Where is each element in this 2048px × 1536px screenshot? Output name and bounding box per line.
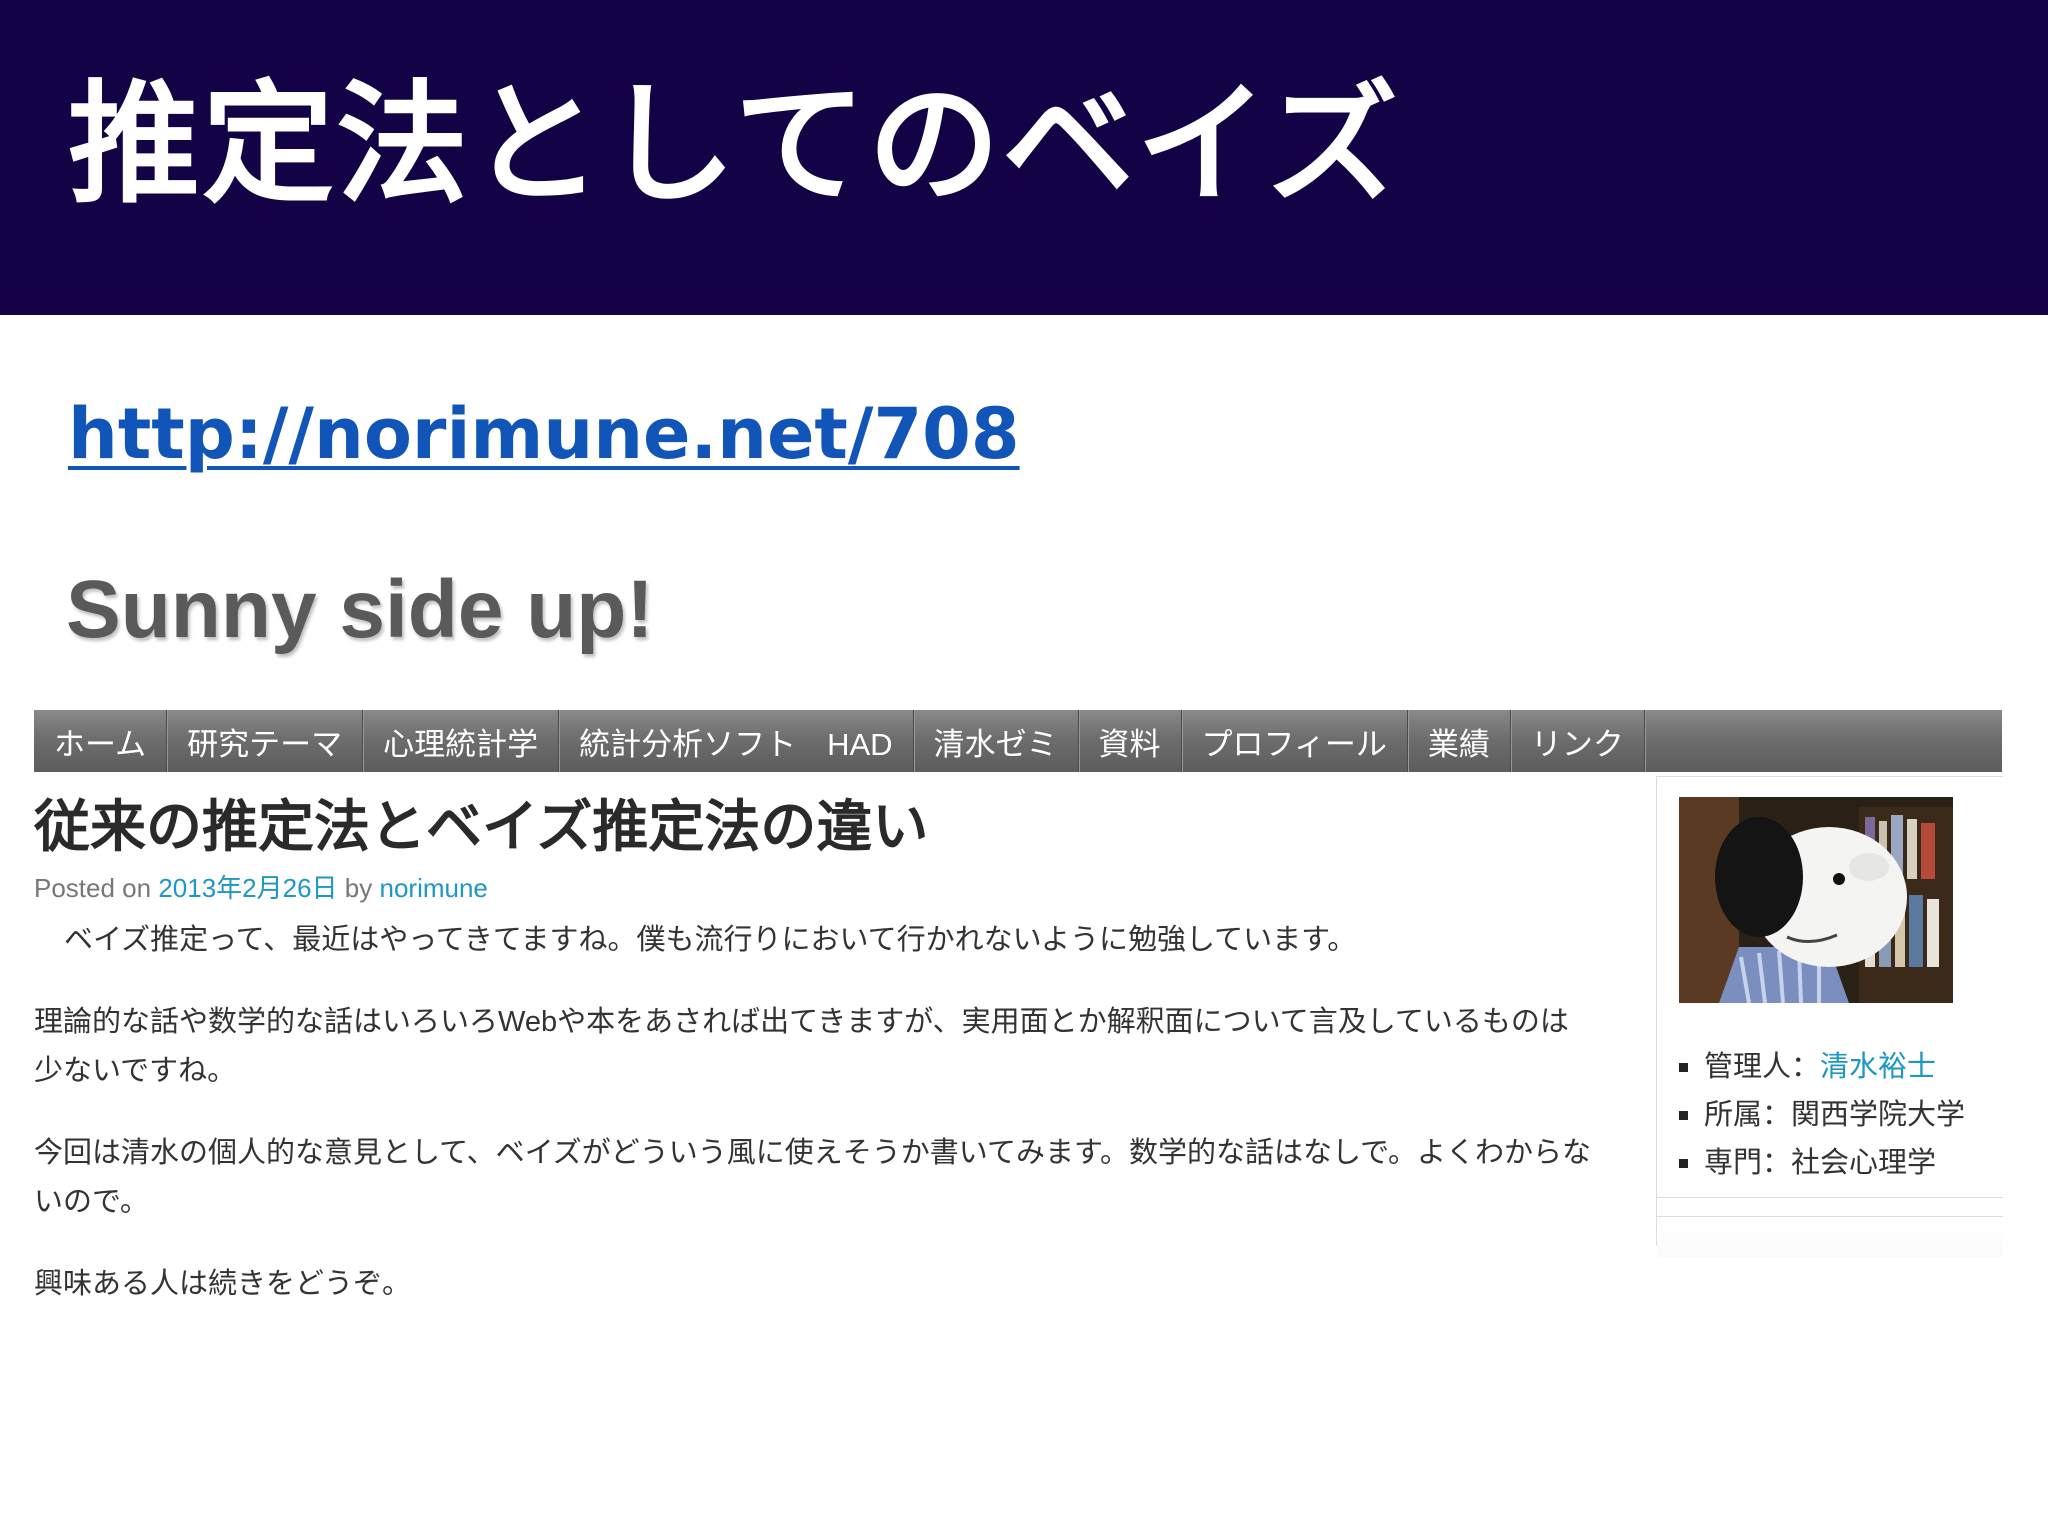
profile-info-list: 管理人： 清水裕士 所属： 関西学院大学 専門： 社会心理学: [1679, 1043, 1965, 1187]
info-label: 専門：: [1704, 1147, 1792, 1179]
info-value: 関西学院大学: [1791, 1099, 1966, 1131]
info-label: 所属：: [1704, 1099, 1792, 1131]
post-paragraph: 理論的な話や数学的な話はいろいろWebや本をあされば出てきますが、実用面とか解釈…: [34, 1006, 1569, 1087]
list-item: 管理人： 清水裕士: [1679, 1043, 1965, 1091]
nav-item-links[interactable]: リンク: [1511, 710, 1645, 772]
nav-item-home[interactable]: ホーム: [34, 710, 168, 772]
post-title[interactable]: 従来の推定法とベイズ推定法の違い: [34, 792, 928, 864]
post-body: ベイズ推定って、最近はやってきてますね。僕も流行りにおいて行かれないように勉強し…: [34, 916, 1594, 1342]
bullet-icon: [1679, 1110, 1688, 1120]
info-value: 社会心理学: [1791, 1147, 1937, 1179]
post-author-link[interactable]: norimune: [380, 873, 488, 903]
nav-item-seminar[interactable]: 清水ゼミ: [914, 710, 1079, 772]
nav-item-achievements[interactable]: 業績: [1408, 710, 1511, 772]
slide-title: 推定法としてのベイズ: [68, 68, 1401, 222]
by-label: by: [344, 873, 373, 903]
info-label: 管理人：: [1704, 1051, 1821, 1083]
bullet-icon: [1679, 1062, 1688, 1072]
main-navigation: ホーム 研究テーマ 心理統計学 統計分析ソフト HAD 清水ゼミ 資料 プロフィ…: [34, 710, 2002, 772]
sidebar: 管理人： 清水裕士 所属： 関西学院大学 専門： 社会心理学: [1656, 776, 2003, 1257]
list-item: 専門： 社会心理学: [1679, 1139, 1965, 1187]
nav-item-materials[interactable]: 資料: [1079, 710, 1182, 772]
slide-header: 推定法としてのベイズ: [0, 0, 2048, 315]
sidebar-widget: [1657, 1216, 2003, 1257]
admin-name-link[interactable]: 清水裕士: [1820, 1043, 1936, 1091]
post-meta: Posted on 2013年2月26日 by norimune: [34, 870, 488, 906]
post-paragraph: 今回は清水の個人的な意見として、ベイズがどういう風に使えそうか書いてみます。数学…: [34, 1137, 1592, 1218]
blog-screenshot: Sunny side up! ホーム 研究テーマ 心理統計学 統計分析ソフト H…: [34, 540, 2003, 1320]
bullet-icon: [1679, 1158, 1688, 1168]
snoopy-avatar-icon: [1679, 797, 1953, 1003]
nav-item-had[interactable]: 統計分析ソフト HAD: [559, 710, 914, 772]
nav-item-psych-stats[interactable]: 心理統計学: [363, 710, 560, 772]
posted-on-label: Posted on: [34, 873, 152, 903]
post-paragraph: ベイズ推定って、最近はやってきてますね。僕も流行りにおいて行かれないように勉強し…: [64, 924, 1357, 956]
nav-item-research[interactable]: 研究テーマ: [167, 710, 364, 772]
site-title[interactable]: Sunny side up!: [66, 560, 654, 660]
nav-item-profile[interactable]: プロフィール: [1182, 710, 1408, 772]
slide-url-link[interactable]: http://norimune.net/708: [68, 384, 1020, 484]
profile-widget: 管理人： 清水裕士 所属： 関西学院大学 専門： 社会心理学: [1657, 776, 2003, 1198]
post-paragraph: 興味ある人は続きをどうぞ。: [34, 1268, 412, 1300]
post-date-link[interactable]: 2013年2月26日: [158, 873, 337, 903]
list-item: 所属： 関西学院大学: [1679, 1091, 1965, 1139]
